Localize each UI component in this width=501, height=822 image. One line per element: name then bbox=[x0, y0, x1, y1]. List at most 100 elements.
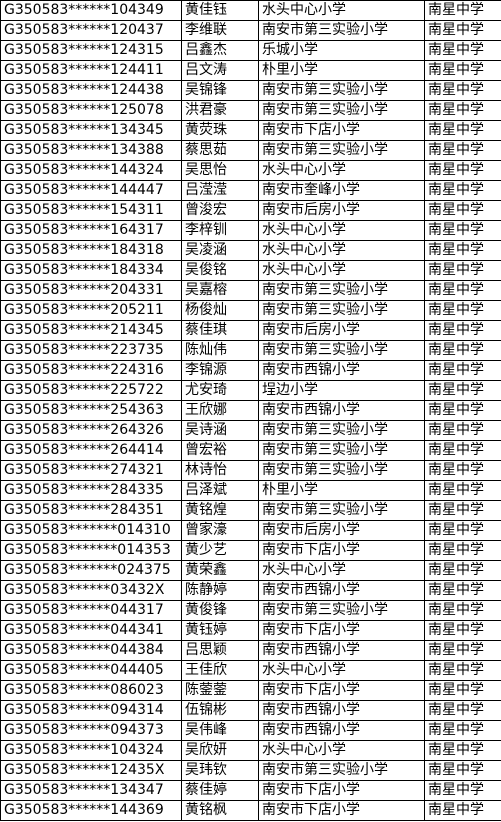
table-row: G350583******205211 杨俊灿 南安市第三实验小学 南星中学 bbox=[0, 300, 501, 321]
primary-school-cell: 南安市后房小学 bbox=[258, 200, 425, 221]
table-row: G350583******134345 黄荧珠 南安市下店小学 南星中学 bbox=[0, 120, 501, 141]
student-id-cell: G350583******12435X bbox=[0, 760, 182, 781]
student-name-cell: 曾家濠 bbox=[181, 520, 259, 541]
assigned-school-cell: 南星中学 bbox=[424, 80, 501, 101]
table-row: G350583******164317 李梓钏 水头中心小学 南星中学 bbox=[0, 220, 501, 241]
assigned-school-cell: 南星中学 bbox=[424, 160, 501, 181]
table-row: G350583******154311 曾浚宏 南安市后房小学 南星中学 bbox=[0, 200, 501, 221]
primary-school-cell: 南安市第三实验小学 bbox=[258, 100, 425, 121]
table-row: G350583******044405 王佳欣 水头中心小学 南星中学 bbox=[0, 660, 501, 681]
student-name-cell: 陈灿伟 bbox=[181, 340, 259, 361]
assigned-school-cell: 南星中学 bbox=[424, 700, 501, 721]
primary-school-cell: 南安市下店小学 bbox=[258, 780, 425, 801]
student-id-cell: G350583******214345 bbox=[0, 320, 182, 341]
table-row: G350583******264326 吴诗涵 南安市第三实验小学 南星中学 bbox=[0, 420, 501, 441]
primary-school-cell: 水头中心小学 bbox=[258, 740, 425, 761]
primary-school-cell: 朴里小学 bbox=[258, 60, 425, 81]
student-id-cell: G350583******104324 bbox=[0, 740, 182, 761]
primary-school-cell: 南安市第三实验小学 bbox=[258, 440, 425, 461]
table-row: G350583******284335 吕泽斌 朴里小学 南星中学 bbox=[0, 480, 501, 501]
student-id-cell: G350583******204331 bbox=[0, 280, 182, 301]
student-id-cell: G350583******094373 bbox=[0, 720, 182, 741]
primary-school-cell: 南安市下店小学 bbox=[258, 620, 425, 641]
primary-school-cell: 南安市西锦小学 bbox=[258, 640, 425, 661]
table-row: G350583******184318 吴凌涵 水头中心小学 南星中学 bbox=[0, 240, 501, 261]
student-name-cell: 黄钰婷 bbox=[181, 620, 259, 641]
student-name-cell: 黄少艺 bbox=[181, 540, 259, 561]
assigned-school-cell: 南星中学 bbox=[424, 240, 501, 261]
assigned-school-cell: 南星中学 bbox=[424, 440, 501, 461]
student-name-cell: 曾宏裕 bbox=[181, 440, 259, 461]
primary-school-cell: 水头中心小学 bbox=[258, 660, 425, 681]
student-name-cell: 黄佳钰 bbox=[181, 0, 259, 21]
student-name-cell: 陈静婷 bbox=[181, 580, 259, 601]
student-name-cell: 王欣娜 bbox=[181, 400, 259, 421]
table-row: G350583******254363 王欣娜 南安市西锦小学 南星中学 bbox=[0, 400, 501, 421]
assigned-school-cell: 南星中学 bbox=[424, 400, 501, 421]
table-row: G350583******03432X 陈静婷 南安市西锦小学 南星中学 bbox=[0, 580, 501, 601]
assigned-school-cell: 南星中学 bbox=[424, 480, 501, 501]
student-name-cell: 吴凌涵 bbox=[181, 240, 259, 261]
assigned-school-cell: 南星中学 bbox=[424, 20, 501, 41]
primary-school-cell: 水头中心小学 bbox=[258, 220, 425, 241]
student-name-cell: 洪君豪 bbox=[181, 100, 259, 121]
student-id-cell: G350583******274321 bbox=[0, 460, 182, 481]
student-name-cell: 吕泽斌 bbox=[181, 480, 259, 501]
table-row: G350583******12435X 吴玮钦 南安市第三实验小学 南星中学 bbox=[0, 760, 501, 781]
primary-school-cell: 南安市第三实验小学 bbox=[258, 420, 425, 441]
table-row: G350583******214345 蔡佳琪 南安市后房小学 南星中学 bbox=[0, 320, 501, 341]
primary-school-cell: 埕边小学 bbox=[258, 380, 425, 401]
student-id-cell: G350583******120437 bbox=[0, 20, 182, 41]
student-id-cell: G350583******284351 bbox=[0, 500, 182, 521]
primary-school-cell: 南安市第三实验小学 bbox=[258, 80, 425, 101]
student-id-cell: G350583******124438 bbox=[0, 80, 182, 101]
primary-school-cell: 南安市奎峰小学 bbox=[258, 180, 425, 201]
student-id-cell: G350583******044405 bbox=[0, 660, 182, 681]
student-name-cell: 吕鑫杰 bbox=[181, 40, 259, 61]
student-id-cell: G350583*******014310 bbox=[0, 520, 182, 541]
student-name-cell: 黄荣鑫 bbox=[181, 560, 259, 581]
assigned-school-cell: 南星中学 bbox=[424, 780, 501, 801]
assigned-school-cell: 南星中学 bbox=[424, 340, 501, 361]
student-name-cell: 吴伟峰 bbox=[181, 720, 259, 741]
student-id-cell: G350583******124315 bbox=[0, 40, 182, 61]
student-name-cell: 李维联 bbox=[181, 20, 259, 41]
table-row: G350583******274321 林诗怡 南安市第三实验小学 南星中学 bbox=[0, 460, 501, 481]
table-row: G350583******134388 蔡思茹 南安市第三实验小学 南星中学 bbox=[0, 140, 501, 161]
assigned-school-cell: 南星中学 bbox=[424, 540, 501, 561]
student-name-cell: 蔡思茹 bbox=[181, 140, 259, 161]
assigned-school-cell: 南星中学 bbox=[424, 320, 501, 341]
primary-school-cell: 南安市西锦小学 bbox=[258, 700, 425, 721]
primary-school-cell: 南安市下店小学 bbox=[258, 540, 425, 561]
assigned-school-cell: 南星中学 bbox=[424, 300, 501, 321]
student-id-cell: G350583******134347 bbox=[0, 780, 182, 801]
table-row: G350583*******014353 黄少艺 南安市下店小学 南星中学 bbox=[0, 540, 501, 561]
assigned-school-cell: 南星中学 bbox=[424, 680, 501, 701]
student-id-cell: G350583******134388 bbox=[0, 140, 182, 161]
student-id-cell: G350583******144369 bbox=[0, 800, 182, 821]
primary-school-cell: 南安市第三实验小学 bbox=[258, 340, 425, 361]
assigned-school-cell: 南星中学 bbox=[424, 280, 501, 301]
table-row: G350583******086023 陈蓥蓥 南安市下店小学 南星中学 bbox=[0, 680, 501, 701]
student-name-cell: 吴思怡 bbox=[181, 160, 259, 181]
table-row: G350583******094373 吴伟峰 南安市西锦小学 南星中学 bbox=[0, 720, 501, 741]
primary-school-cell: 南安市第三实验小学 bbox=[258, 140, 425, 161]
table-row: G350583******094314 伍锦彬 南安市西锦小学 南星中学 bbox=[0, 700, 501, 721]
primary-school-cell: 南安市下店小学 bbox=[258, 800, 425, 821]
student-name-cell: 吕滢滢 bbox=[181, 180, 259, 201]
assigned-school-cell: 南星中学 bbox=[424, 140, 501, 161]
student-id-cell: G350583******124411 bbox=[0, 60, 182, 81]
table-row: G350583*******024375 黄荣鑫 水头中心小学 南星中学 bbox=[0, 560, 501, 581]
assigned-school-cell: 南星中学 bbox=[424, 560, 501, 581]
table-row: G350583******044317 黄俊锋 南安市第三实验小学 南星中学 bbox=[0, 600, 501, 621]
student-id-cell: G350583******03432X bbox=[0, 580, 182, 601]
assigned-school-cell: 南星中学 bbox=[424, 460, 501, 481]
table-row: G350583******284351 黄铭煌 南安市第三实验小学 南星中学 bbox=[0, 500, 501, 521]
student-id-cell: G350583******044317 bbox=[0, 600, 182, 621]
student-name-cell: 吴俊铭 bbox=[181, 260, 259, 281]
table-row: G350583******104349 黄佳钰 水头中心小学 南星中学 bbox=[0, 0, 501, 21]
table-row: G350583******223735 陈灿伟 南安市第三实验小学 南星中学 bbox=[0, 340, 501, 361]
assigned-school-cell: 南星中学 bbox=[424, 720, 501, 741]
assigned-school-cell: 南星中学 bbox=[424, 660, 501, 681]
table-row: G350583*******014310 曾家濠 南安市后房小学 南星中学 bbox=[0, 520, 501, 541]
